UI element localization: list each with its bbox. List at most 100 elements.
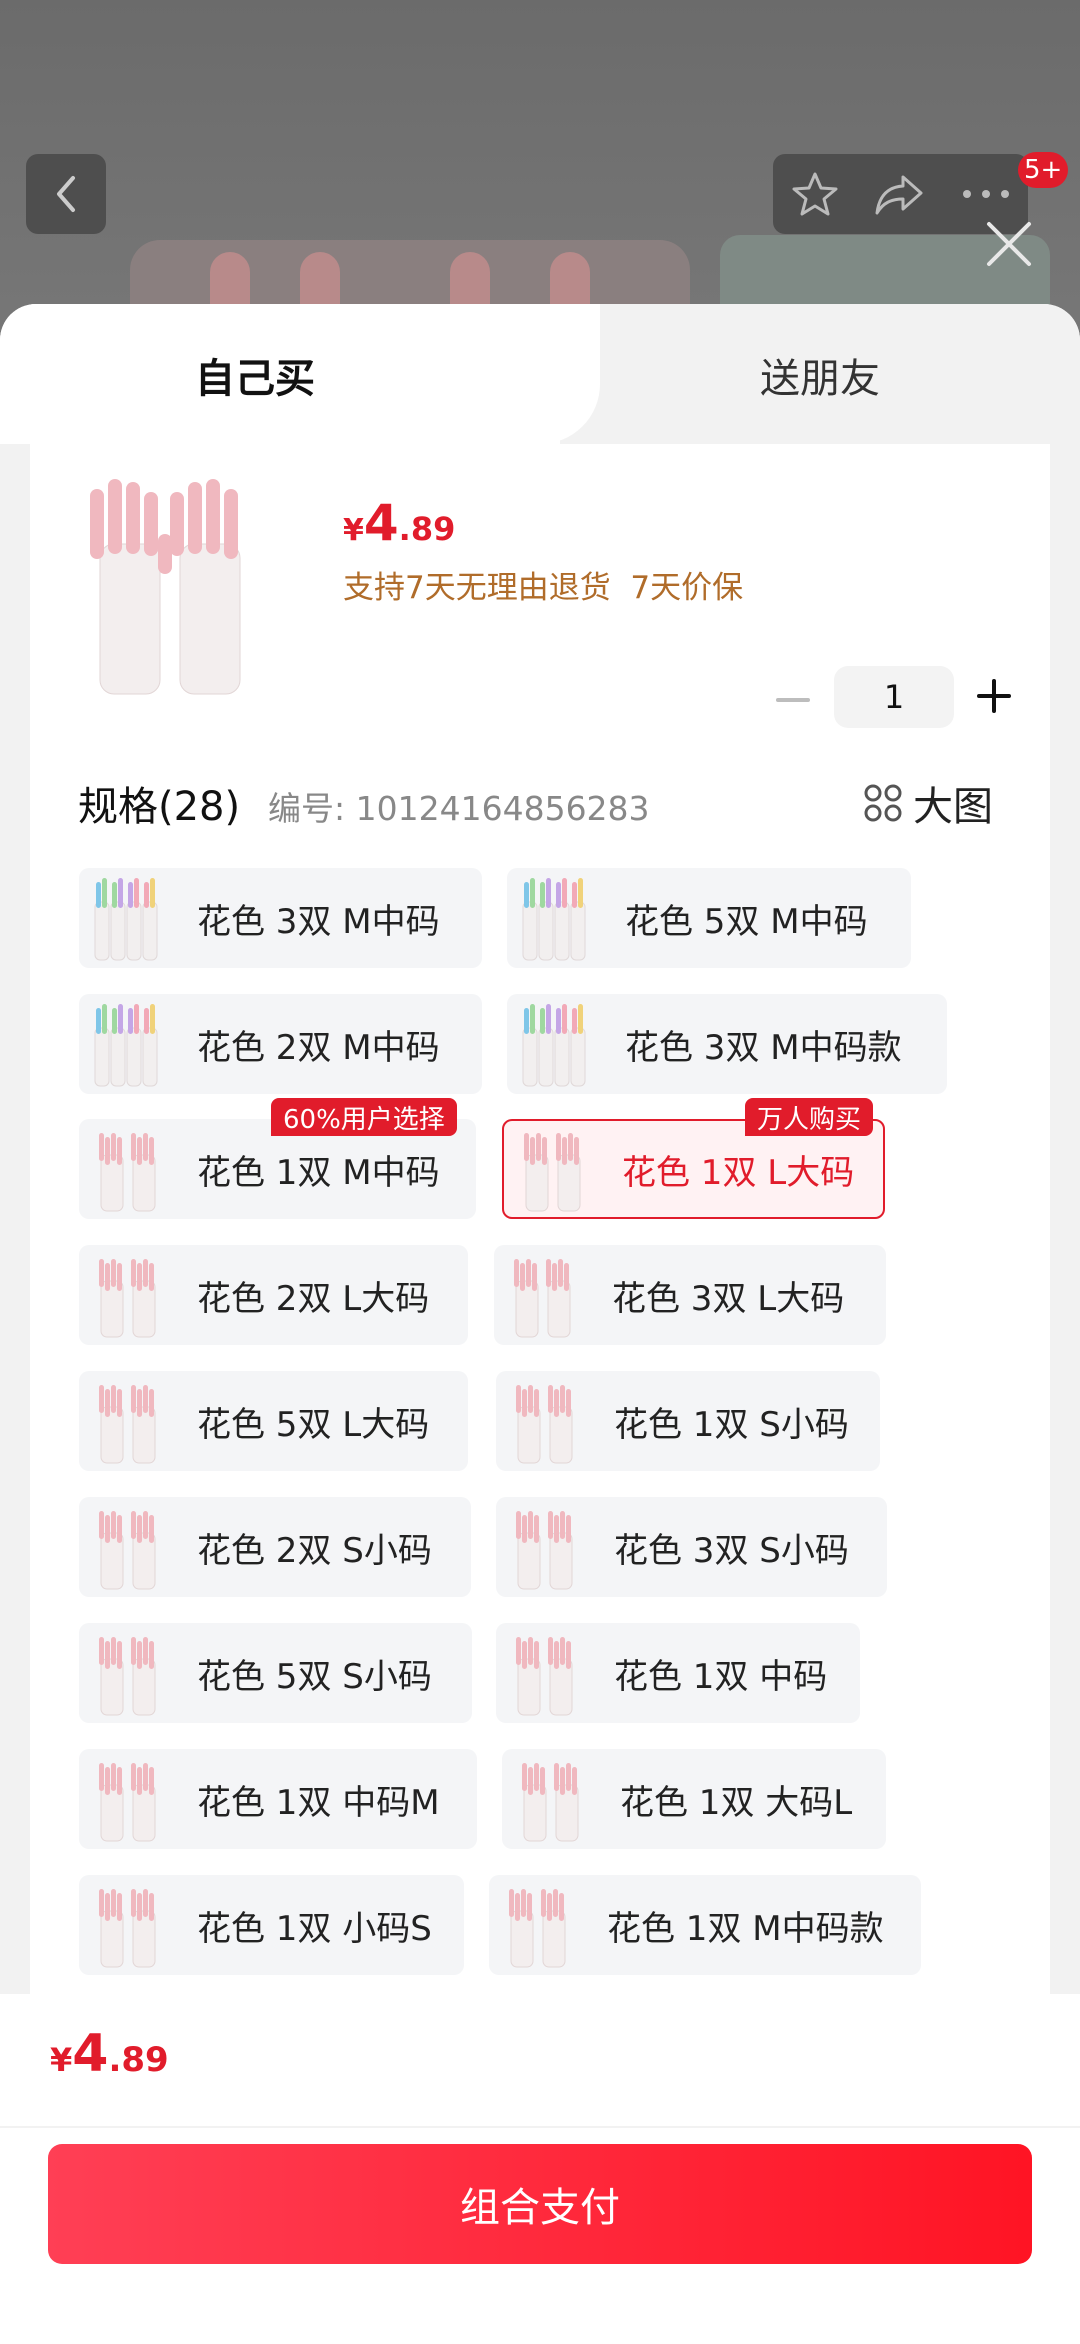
option-thumbnail xyxy=(510,1753,590,1845)
glove-thumbnail xyxy=(94,878,158,961)
option-chip[interactable]: 花色 2双 L大码 xyxy=(79,1245,468,1345)
option-label: 花色 5双 S小码 xyxy=(197,1656,432,1697)
popular-choice-tag: 60%用户选择 xyxy=(271,1098,457,1136)
option-thumbnail xyxy=(87,1123,167,1215)
combined-pay-button[interactable]: 组合支付 xyxy=(48,2144,1032,2264)
option-chip[interactable]: 花色 2双 M中码 xyxy=(79,994,482,1094)
option-thumbnail xyxy=(87,1501,167,1593)
option-chip[interactable]: 花色 1双 M中码款 xyxy=(489,1875,921,1975)
glove-thumbnail xyxy=(524,1133,581,1212)
option-chip[interactable]: 花色 1双 中码M xyxy=(79,1749,477,1849)
glove-thumbnail xyxy=(99,1259,156,1338)
option-chip[interactable]: 花色 3双 M中码 xyxy=(79,868,482,968)
panel-gutter-right xyxy=(1050,444,1080,1994)
option-label: 花色 5双 M中码 xyxy=(625,901,868,942)
glove-thumbnail xyxy=(509,1889,566,1968)
option-chip[interactable]: 花色 5双 L大码 xyxy=(79,1371,468,1471)
share-icon[interactable] xyxy=(873,171,927,217)
tab-gift-friend[interactable]: 送朋友 xyxy=(760,346,880,404)
option-label: 花色 1双 小码S xyxy=(197,1908,432,1949)
option-label: 花色 1双 M中码 xyxy=(197,1152,440,1193)
option-chip[interactable]: 花色 1双 S小码 xyxy=(496,1371,880,1471)
option-label: 花色 2双 S小码 xyxy=(197,1530,432,1571)
purchase-sheet: 自己买 送朋友 ¥4.89 支持7天无理由退货 7天价保 1 规格(28) 编号… xyxy=(0,304,1080,2344)
option-chip[interactable]: 花色 3双 L大码 xyxy=(494,1245,886,1345)
service-guarantee: 支持7天无理由退货 7天价保 xyxy=(343,570,744,606)
panel-gutter-left xyxy=(0,444,30,1994)
option-thumbnail xyxy=(87,1753,167,1845)
option-chip[interactable]: 花色 5双 S小码 xyxy=(79,1623,472,1723)
option-label: 花色 2双 M中码 xyxy=(197,1027,440,1068)
option-label: 花色 3双 M中码 xyxy=(197,901,440,942)
more-icon[interactable] xyxy=(961,188,1011,200)
option-label: 花色 1双 L大码 xyxy=(622,1152,855,1193)
option-thumbnail xyxy=(515,872,595,964)
option-chip[interactable]: 花色 1双 小码S xyxy=(79,1875,464,1975)
back-button[interactable] xyxy=(26,154,106,234)
option-chip[interactable]: 花色 2双 S小码 xyxy=(79,1497,471,1597)
option-thumbnail xyxy=(515,998,595,1090)
glove-thumbnail xyxy=(99,1889,156,1968)
grid-icon xyxy=(864,784,902,822)
minus-icon[interactable] xyxy=(775,682,811,718)
glove-thumbnail xyxy=(94,1004,158,1087)
option-thumbnail xyxy=(87,1879,167,1971)
option-label: 花色 1双 中码M xyxy=(197,1782,440,1823)
purchase-tabs: 自己买 送朋友 xyxy=(0,304,1080,444)
glove-thumbnail xyxy=(522,1763,579,1842)
option-thumbnail xyxy=(87,1375,167,1467)
option-thumbnail xyxy=(87,1627,167,1719)
option-thumbnail xyxy=(497,1879,577,1971)
glove-thumbnail xyxy=(522,878,586,961)
close-icon[interactable] xyxy=(983,218,1035,270)
option-chip[interactable]: 花色 1双 中码 xyxy=(496,1623,860,1723)
total-price: ¥4.89 xyxy=(50,2024,169,2084)
option-label: 花色 1双 大码L xyxy=(620,1782,853,1823)
glove-thumbnail xyxy=(99,1385,156,1464)
total-price-currency: ¥ xyxy=(50,2041,73,2079)
glove-thumbnail xyxy=(99,1133,156,1212)
quantity-value[interactable]: 1 xyxy=(834,666,954,728)
option-thumbnail xyxy=(504,1375,584,1467)
glove-thumbnail xyxy=(99,1637,156,1716)
glove-thumbnail xyxy=(516,1385,573,1464)
glove-thumbnail xyxy=(514,1259,571,1338)
glove-thumbnail xyxy=(99,1511,156,1590)
price-integer: 4 xyxy=(363,494,399,552)
option-thumbnail xyxy=(504,1627,584,1719)
message-count-badge: 5+ xyxy=(1018,152,1069,188)
big-picture-label: 大图 xyxy=(913,784,993,830)
option-label: 花色 1双 S小码 xyxy=(614,1404,849,1445)
option-label: 花色 3双 S小码 xyxy=(614,1530,849,1571)
chevron-left-icon xyxy=(57,176,75,212)
glove-thumbnail xyxy=(516,1637,573,1716)
tab-buy-self-label[interactable]: 自己买 xyxy=(195,346,315,404)
option-chip[interactable]: 花色 5双 M中码 xyxy=(507,868,911,968)
star-icon[interactable] xyxy=(790,169,840,219)
product-thumbnail xyxy=(90,479,241,695)
option-label: 花色 1双 中码 xyxy=(614,1656,828,1697)
hot-purchase-tag: 万人购买 xyxy=(745,1098,874,1136)
option-label: 花色 2双 L大码 xyxy=(197,1278,430,1319)
option-chip[interactable]: 花色 3双 S小码 xyxy=(496,1497,887,1597)
total-price-integer: 4 xyxy=(72,2024,109,2084)
option-thumbnail xyxy=(504,1501,584,1593)
big-picture-button[interactable]: 大图 xyxy=(863,774,993,832)
glove-thumbnail xyxy=(99,1763,156,1842)
option-label: 花色 3双 M中码款 xyxy=(625,1027,902,1068)
product-price: ¥4.89 xyxy=(343,494,455,552)
price-decimal: .89 xyxy=(398,510,456,548)
option-thumbnail xyxy=(512,1123,592,1215)
total-price-decimal: .89 xyxy=(108,2040,169,2080)
option-label: 花色 1双 M中码款 xyxy=(607,1908,884,1949)
option-thumbnail xyxy=(87,872,167,964)
spec-code: 编号: 10124164856283 xyxy=(268,789,650,828)
option-label: 花色 3双 L大码 xyxy=(612,1278,845,1319)
glove-thumbnail xyxy=(522,1004,586,1087)
footer-divider xyxy=(0,2126,1080,2128)
option-thumbnail xyxy=(87,998,167,1090)
plus-icon[interactable] xyxy=(976,678,1012,714)
option-thumbnail xyxy=(502,1249,582,1341)
option-chip[interactable]: 花色 1双 大码L xyxy=(502,1749,886,1849)
option-chip[interactable]: 花色 3双 M中码款 xyxy=(507,994,947,1094)
